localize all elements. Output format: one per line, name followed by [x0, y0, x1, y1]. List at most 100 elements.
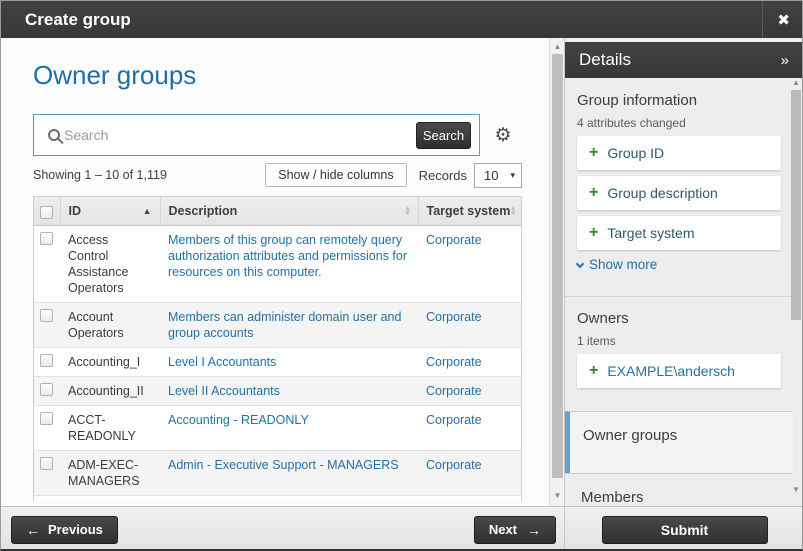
- attribute-card[interactable]: +EXAMPLE\andersch: [577, 354, 781, 388]
- plus-icon: +: [589, 185, 598, 201]
- cell-id: Account Operators: [60, 303, 160, 348]
- table-row[interactable]: ADM-EXEC-MANAGERSAdmin - Executive Suppo…: [34, 451, 522, 496]
- scroll-down-icon[interactable]: ▼: [550, 491, 565, 500]
- table-row[interactable]: ADM-EXEC-READWRITEAdmin - Executive Supp…: [34, 496, 522, 502]
- column-header-target-system[interactable]: Target system ▴ ▾: [418, 197, 522, 226]
- sort-icon: ▴ ▾: [511, 206, 515, 216]
- scrollbar-thumb[interactable]: [552, 54, 563, 478]
- scroll-down-icon[interactable]: ▼: [790, 485, 802, 494]
- cell-id: ACCT-READONLY: [60, 406, 160, 451]
- cell-target-system-link[interactable]: Corporate: [426, 413, 482, 427]
- select-all-checkbox[interactable]: [40, 206, 53, 219]
- sort-icon: ▴ ▾: [406, 206, 410, 216]
- cell-description-link[interactable]: Members can administer domain user and g…: [168, 310, 401, 340]
- create-group-dialog: Create group ✖ Owner groups Search ⚙ Sho…: [0, 0, 803, 551]
- gear-icon: ⚙: [494, 126, 511, 145]
- details-scrollbar[interactable]: ▲ ▼: [790, 78, 802, 506]
- cell-id: Accounting_II: [60, 377, 160, 406]
- search-settings-button[interactable]: ⚙: [486, 114, 520, 156]
- close-button[interactable]: ✖: [762, 1, 803, 38]
- cell-target-system-link[interactable]: Corporate: [426, 310, 482, 324]
- table-row[interactable]: Accounting_I Level I Accountants Corporate: [34, 348, 522, 377]
- records-dropdown[interactable]: 10 ▾: [474, 163, 522, 188]
- dialog-titlebar: Create group ✖: [1, 1, 803, 38]
- cell-description-link[interactable]: Members of this group can remotely query…: [168, 233, 407, 279]
- row-checkbox-cell[interactable]: [34, 496, 60, 502]
- table-toolbar: Showing 1 – 10 of 1,119 Show / hide colu…: [33, 162, 522, 188]
- owners-cards: +EXAMPLE\andersch: [577, 354, 781, 394]
- column-header-id[interactable]: ID ▲: [60, 197, 160, 226]
- show-hide-columns-button[interactable]: Show / hide columns: [265, 163, 406, 187]
- attribute-label: Group description: [607, 185, 718, 201]
- previous-button[interactable]: ← Previous: [11, 516, 118, 544]
- previous-label: Previous: [48, 522, 103, 537]
- row-checkbox-cell[interactable]: [34, 406, 60, 451]
- table-row[interactable]: Account Operators Members can administer …: [34, 303, 522, 348]
- submit-button[interactable]: Submit: [602, 516, 768, 544]
- details-footer: Submit: [564, 506, 803, 551]
- search-row: Search ⚙: [33, 114, 522, 156]
- row-checkbox[interactable]: [40, 457, 53, 470]
- row-checkbox[interactable]: [40, 309, 53, 322]
- table-row[interactable]: Access Control Assistance OperatorsMembe…: [34, 226, 522, 303]
- scrollbar-thumb[interactable]: [791, 90, 801, 320]
- row-checkbox-cell[interactable]: [34, 226, 60, 303]
- row-checkbox[interactable]: [40, 412, 53, 425]
- step-owner-groups[interactable]: Owner groups: [565, 411, 793, 473]
- search-box: Search: [33, 114, 480, 156]
- scroll-up-icon[interactable]: ▲: [550, 42, 565, 51]
- table-row[interactable]: Accounting_II Level II Accountants Corpora…: [34, 377, 522, 406]
- scroll-up-icon[interactable]: ▲: [790, 78, 802, 87]
- column-header-label: ID: [69, 204, 82, 218]
- owners-title: Owners: [577, 310, 629, 327]
- row-checkbox[interactable]: [40, 232, 53, 245]
- select-all-header[interactable]: [34, 197, 60, 226]
- page-title: Owner groups: [33, 60, 196, 91]
- search-input[interactable]: [64, 127, 416, 143]
- collapse-panel-button[interactable]: »: [781, 52, 803, 69]
- next-button[interactable]: Next →: [474, 516, 556, 544]
- records-control: Records 10 ▾: [419, 163, 522, 188]
- divider: [565, 296, 793, 297]
- cell-target-system-link[interactable]: Corporate: [426, 355, 482, 369]
- attributes-changed-text: 4 attributes changed: [577, 116, 686, 130]
- cell-id: Accounting_I: [60, 348, 160, 377]
- plus-icon: +: [589, 225, 598, 241]
- main-content: Owner groups Search ⚙ Showing 1 – 10 of …: [1, 38, 549, 506]
- cell-description-link[interactable]: Level I Accountants: [168, 355, 276, 369]
- show-more-link[interactable]: Show more: [577, 257, 657, 272]
- row-checkbox[interactable]: [40, 383, 53, 396]
- details-panel: Details » Group information 4 attributes…: [564, 38, 803, 506]
- cell-id: Access Control Assistance Operators: [60, 226, 160, 303]
- step-members[interactable]: Members: [565, 473, 793, 506]
- records-label: Records: [419, 168, 467, 183]
- column-header-description[interactable]: Description ▴ ▾: [160, 197, 418, 226]
- main-scrollbar[interactable]: ▲ ▼: [549, 38, 564, 506]
- next-label: Next: [489, 522, 517, 537]
- row-checkbox-cell[interactable]: [34, 377, 60, 406]
- row-checkbox-cell[interactable]: [34, 348, 60, 377]
- cell-description-link[interactable]: Accounting - READONLY: [168, 413, 309, 427]
- attribute-label: Target system: [607, 225, 694, 241]
- column-header-label: Description: [169, 204, 238, 218]
- cell-description-link[interactable]: Admin - Executive Support - MANAGERS: [168, 458, 399, 472]
- showing-count: Showing 1 – 10 of 1,119: [33, 168, 167, 182]
- row-checkbox-cell[interactable]: [34, 303, 60, 348]
- cell-target-system-link[interactable]: Corporate: [426, 233, 482, 247]
- row-checkbox[interactable]: [40, 354, 53, 367]
- cell-target-system-link[interactable]: Corporate: [426, 384, 482, 398]
- cell-description-link[interactable]: Level II Accountants: [168, 384, 280, 398]
- attribute-card[interactable]: + Target system: [577, 216, 781, 250]
- row-checkbox-cell[interactable]: [34, 451, 60, 496]
- attribute-card[interactable]: + Group description: [577, 176, 781, 210]
- table-row[interactable]: ACCT-READONLY Accounting - READONLY Corpor…: [34, 406, 522, 451]
- plus-icon: +: [589, 363, 598, 379]
- details-body: Group information 4 attributes changed +…: [565, 78, 803, 506]
- step-label: Owner groups: [583, 427, 677, 444]
- search-button[interactable]: Search: [416, 122, 471, 149]
- owners-count-text: 1 items: [577, 334, 616, 348]
- attribute-card[interactable]: +Group ID: [577, 136, 781, 170]
- cell-target-system-link[interactable]: Corporate: [426, 458, 482, 472]
- dialog-title: Create group: [1, 10, 131, 30]
- sort-ascending-icon: ▲: [143, 206, 152, 216]
